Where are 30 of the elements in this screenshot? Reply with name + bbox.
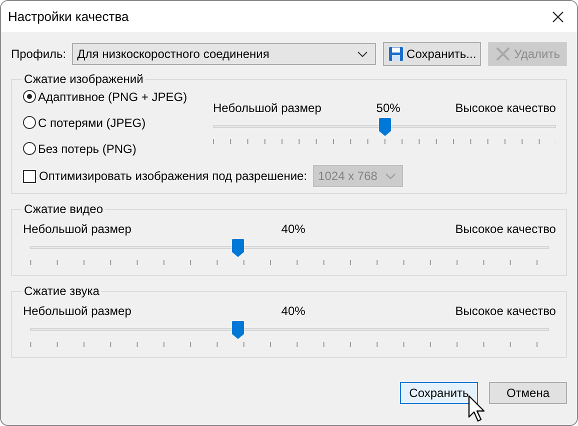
cross-icon bbox=[495, 46, 512, 62]
chevron-down-icon bbox=[385, 172, 396, 180]
slider-reading: 40% bbox=[281, 222, 306, 238]
chevron-down-icon bbox=[356, 50, 368, 58]
radio-option[interactable]: Адаптивное (PNG + JPEG) bbox=[23, 88, 213, 105]
slider-reading: 50% bbox=[376, 101, 400, 117]
profile-label: Профиль: bbox=[11, 47, 66, 61]
slider-thumb[interactable] bbox=[232, 321, 244, 339]
max-label: Высокое качество bbox=[455, 222, 556, 238]
group-title: Сжатие видео bbox=[23, 202, 104, 216]
group-title: Сжатие звука bbox=[23, 284, 100, 298]
profile-dropdown[interactable]: Для низкоскоростного соединения bbox=[72, 43, 376, 65]
min-label: Небольшой размер bbox=[23, 222, 132, 238]
min-label: Небольшой размер bbox=[213, 101, 322, 117]
slider-thumb[interactable] bbox=[378, 118, 390, 136]
slider-thumb[interactable] bbox=[232, 239, 244, 257]
window-title: Настройки качества bbox=[8, 9, 129, 24]
cursor-icon bbox=[468, 395, 486, 423]
save-profile-button[interactable]: Сохранить... bbox=[382, 42, 482, 66]
max-label: Высокое качество bbox=[455, 304, 556, 320]
max-label: Высокое качество bbox=[455, 101, 556, 117]
close-icon[interactable] bbox=[552, 10, 564, 22]
save-button[interactable]: Сохранить bbox=[400, 382, 478, 404]
radio-option[interactable]: С потерями (JPEG) bbox=[23, 114, 213, 131]
slider-reading: 40% bbox=[281, 304, 306, 320]
radio-option[interactable]: Без потерь (PNG) bbox=[23, 140, 213, 157]
cancel-button[interactable]: Отмена bbox=[489, 382, 567, 404]
min-label: Небольшой размер bbox=[23, 304, 132, 320]
optimize-checkbox[interactable]: Оптимизировать изображения под разрешение: bbox=[23, 169, 308, 183]
group-title: Сжатие изображений bbox=[23, 72, 144, 86]
